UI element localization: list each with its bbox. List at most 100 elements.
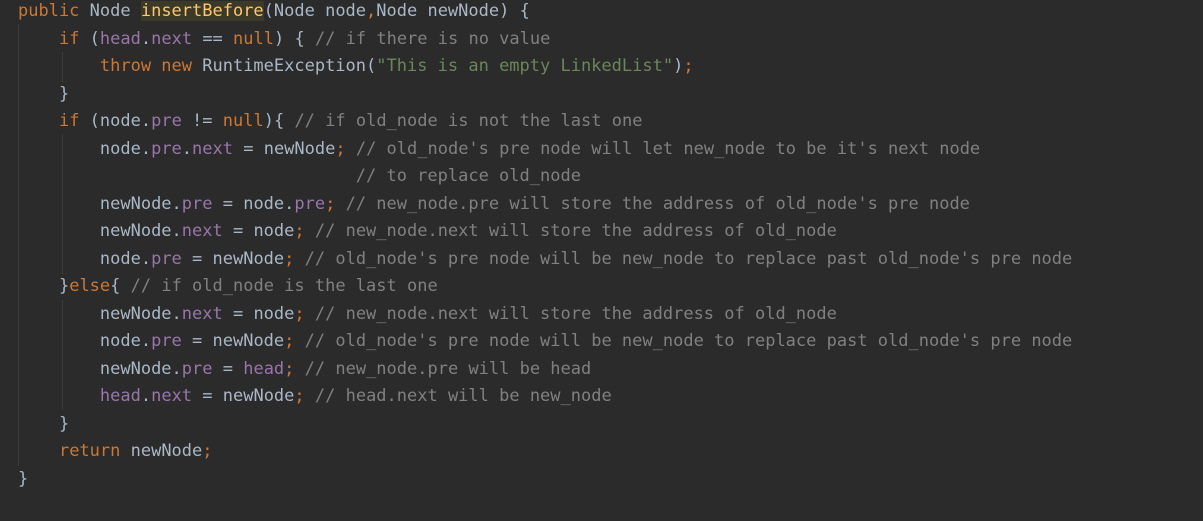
code-text: == bbox=[192, 28, 234, 49]
comment: // old_node's pre node will let new_node… bbox=[345, 138, 981, 159]
comment: // old_node's pre node will be new_node … bbox=[294, 248, 1073, 269]
field: next bbox=[151, 386, 193, 406]
comment: // if old_node is not the last one bbox=[294, 111, 643, 131]
keyword: ; bbox=[683, 56, 694, 76]
code-line[interactable]: newNode.next = node; // new_node.next wi… bbox=[18, 218, 837, 245]
code-text: = newNode bbox=[192, 386, 295, 406]
code-text: Node bbox=[79, 1, 141, 21]
code-text: newNode. bbox=[99, 221, 182, 241]
keyword: ; bbox=[284, 331, 295, 351]
code-line[interactable]: // to replace old_node bbox=[18, 163, 581, 190]
method-name: insertBefore bbox=[140, 1, 264, 21]
field: next bbox=[192, 138, 233, 159]
code-editor[interactable]: public Node insertBefore(Node node,Node … bbox=[0, 0, 1203, 521]
comment: // new_node.next will store the address … bbox=[304, 303, 837, 324]
code-line[interactable]: node.pre.next = newNode; // old_node's p… bbox=[18, 136, 980, 163]
keyword: ; bbox=[284, 358, 295, 379]
keyword: else bbox=[69, 276, 111, 296]
comment: // new_node.pre will store the address o… bbox=[335, 193, 970, 214]
code-text: node. bbox=[99, 138, 152, 159]
code-text: newNode bbox=[120, 441, 203, 461]
comment: // if old_node is the last one bbox=[130, 276, 438, 296]
code-line[interactable]: head.next = newNode; // head.next will b… bbox=[18, 383, 612, 410]
keyword: ; bbox=[294, 221, 305, 241]
code-line[interactable]: newNode.next = node; // new_node.next wi… bbox=[18, 301, 837, 328]
code-text: != bbox=[181, 111, 223, 131]
code-text: Node newNode) { bbox=[376, 1, 530, 21]
field: pre bbox=[151, 331, 182, 351]
code-text: newNode. bbox=[99, 358, 182, 379]
code-text: = newNode bbox=[233, 138, 336, 159]
field: next bbox=[181, 221, 223, 241]
keyword: ; bbox=[325, 193, 336, 214]
code-line[interactable]: node.pre = newNode; // old_node's pre no… bbox=[18, 328, 1072, 355]
field: pre bbox=[151, 248, 182, 269]
code-line[interactable]: node.pre = newNode; // old_node's pre no… bbox=[18, 246, 1072, 273]
keyword: if bbox=[58, 111, 80, 131]
comment: // to replace old_node bbox=[355, 166, 581, 186]
code-text: = node bbox=[222, 303, 295, 324]
field: next bbox=[181, 303, 223, 324]
code-text: (node. bbox=[79, 111, 152, 131]
code-text: node. bbox=[99, 248, 152, 269]
keyword: throw new bbox=[99, 56, 193, 76]
keyword: return bbox=[58, 441, 121, 461]
keyword: null bbox=[233, 28, 274, 49]
keyword: ; bbox=[294, 303, 305, 324]
code-text: ( bbox=[79, 28, 100, 49]
code-line[interactable]: public Node insertBefore(Node node,Node … bbox=[18, 0, 530, 25]
field: head bbox=[99, 386, 141, 406]
code-line[interactable]: newNode.pre = head; // new_node.pre will… bbox=[18, 356, 591, 383]
code-line[interactable]: } bbox=[18, 81, 69, 108]
code-text: ) { bbox=[273, 28, 315, 49]
keyword: ; bbox=[202, 441, 213, 461]
code-line[interactable]: throw new RuntimeException("This is an e… bbox=[18, 53, 694, 80]
string-literal: "This is an empty LinkedList" bbox=[376, 56, 674, 76]
field: pre bbox=[181, 358, 213, 379]
field: pre bbox=[294, 193, 326, 214]
code-text: . bbox=[140, 28, 152, 49]
code-text: = node bbox=[222, 221, 295, 241]
field: head bbox=[243, 358, 285, 379]
code-text: ) bbox=[673, 56, 684, 76]
code-text: newNode. bbox=[99, 303, 182, 324]
code-text: = newNode bbox=[181, 331, 285, 351]
keyword: ; bbox=[284, 248, 295, 269]
code-text: = node. bbox=[212, 193, 295, 214]
keyword: , bbox=[366, 1, 377, 21]
code-text: = bbox=[212, 358, 244, 379]
code-text: . bbox=[181, 138, 193, 159]
comment: // head.next will be new_node bbox=[304, 386, 612, 406]
code-text: } bbox=[58, 413, 70, 434]
code-line[interactable]: } bbox=[18, 466, 28, 493]
keyword: public bbox=[18, 1, 80, 21]
code-line[interactable]: } bbox=[18, 411, 69, 438]
keyword: null bbox=[222, 111, 264, 131]
code-text: } bbox=[18, 468, 29, 489]
field: head bbox=[99, 28, 141, 49]
code-line[interactable]: if (node.pre != null){ // if old_node is… bbox=[18, 108, 642, 135]
comment: // new_node.pre will be head bbox=[294, 358, 592, 379]
code-text: newNode. bbox=[99, 193, 182, 214]
code-line[interactable]: }else{ // if old_node is the last one bbox=[18, 273, 438, 300]
code-line[interactable]: if (head.next == null) { // if there is … bbox=[18, 26, 550, 53]
keyword: ; bbox=[335, 138, 346, 159]
comment: // old_node's pre node will be new_node … bbox=[294, 331, 1073, 351]
code-line[interactable]: newNode.pre = node.pre; // new_node.pre … bbox=[18, 191, 970, 218]
code-line[interactable]: return newNode; bbox=[18, 438, 213, 465]
field: pre bbox=[181, 193, 213, 214]
